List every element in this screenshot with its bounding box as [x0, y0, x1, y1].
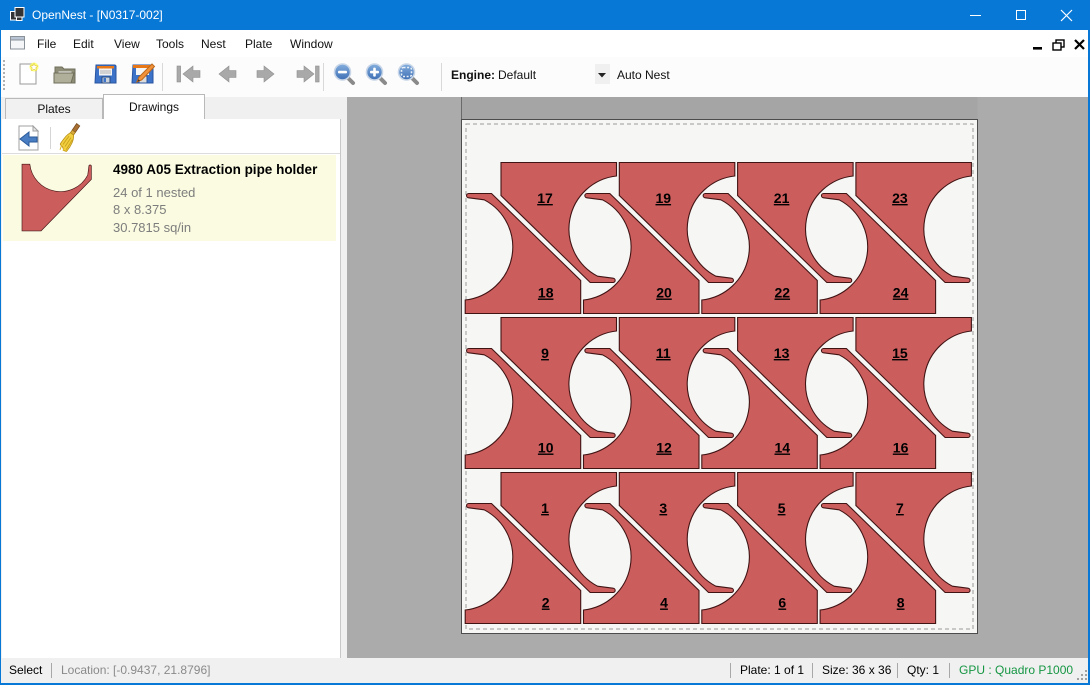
svg-text:22: 22	[775, 285, 791, 301]
svg-text:23: 23	[892, 190, 908, 206]
svg-text:24: 24	[893, 285, 909, 301]
svg-text:7: 7	[896, 500, 904, 516]
svg-text:5: 5	[778, 500, 786, 516]
svg-text:8: 8	[897, 595, 905, 611]
svg-text:11: 11	[656, 345, 671, 361]
svg-text:19: 19	[656, 190, 672, 206]
svg-text:3: 3	[659, 500, 667, 516]
svg-text:18: 18	[538, 285, 554, 301]
svg-text:4: 4	[660, 595, 668, 611]
svg-text:6: 6	[778, 595, 786, 611]
svg-text:17: 17	[537, 190, 553, 206]
svg-text:12: 12	[656, 440, 672, 456]
svg-text:20: 20	[656, 285, 672, 301]
svg-text:16: 16	[893, 440, 909, 456]
svg-text:9: 9	[541, 345, 549, 361]
svg-text:14: 14	[775, 440, 791, 456]
svg-text:15: 15	[892, 345, 908, 361]
svg-text:1: 1	[541, 500, 549, 516]
svg-text:13: 13	[774, 345, 790, 361]
svg-text:21: 21	[774, 190, 790, 206]
svg-text:2: 2	[542, 595, 550, 611]
svg-text:10: 10	[538, 440, 554, 456]
